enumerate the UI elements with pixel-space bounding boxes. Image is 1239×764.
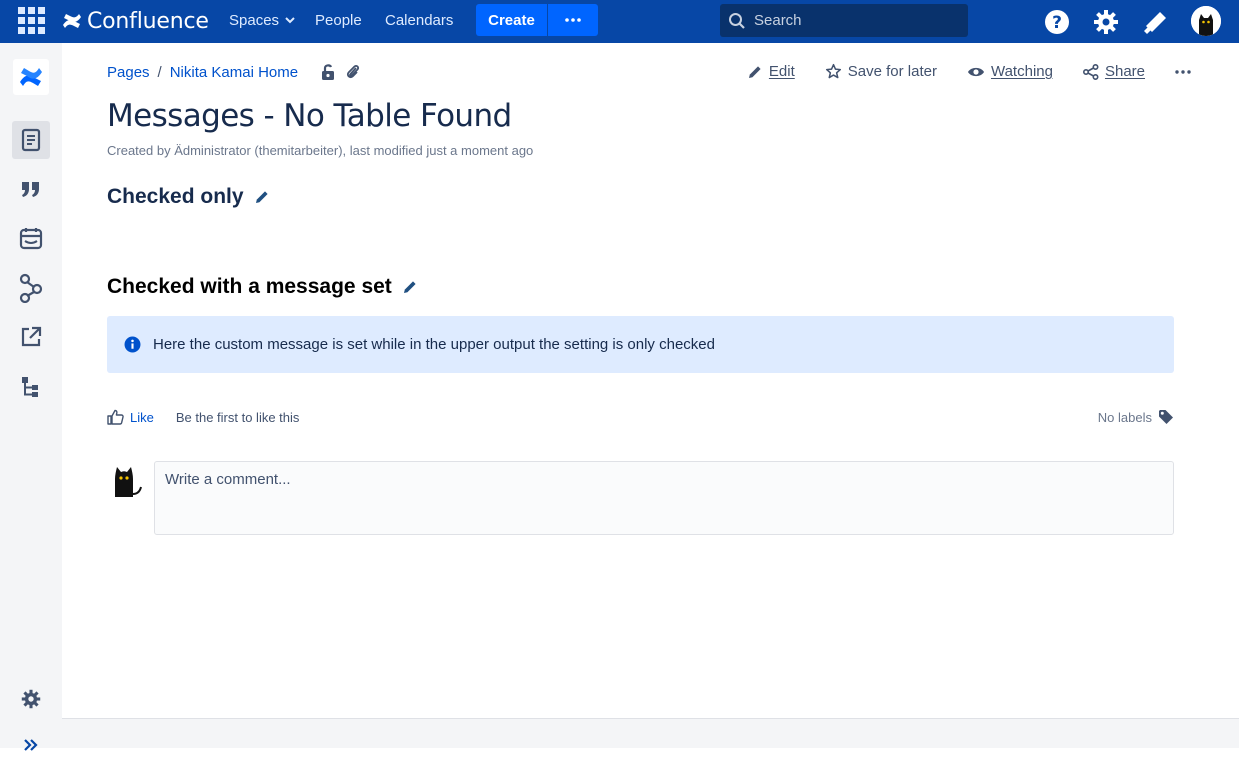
settings-gear-icon[interactable] bbox=[1092, 8, 1120, 36]
page-content: Pages / Nikita Kamai Home Edit Save for … bbox=[62, 43, 1239, 718]
nav-people[interactable]: People bbox=[315, 12, 362, 29]
like-summary: Be the first to like this bbox=[175, 409, 300, 425]
share-button[interactable]: Share bbox=[1082, 63, 1145, 80]
info-panel: Here the custom message is set while in … bbox=[107, 316, 1174, 373]
unlocked-restrictions-icon[interactable] bbox=[320, 63, 336, 81]
save-for-later-button[interactable]: Save for later bbox=[825, 63, 937, 80]
page-tree-icon[interactable] bbox=[12, 368, 50, 406]
logo-text: Confluence bbox=[87, 8, 209, 34]
calendar-icon[interactable] bbox=[12, 219, 50, 257]
comment-avatar bbox=[107, 461, 147, 501]
workflow-icon[interactable] bbox=[12, 269, 50, 307]
space-settings-icon[interactable] bbox=[12, 680, 50, 718]
like-label: Like bbox=[130, 409, 154, 425]
blog-quote-icon[interactable] bbox=[12, 170, 50, 208]
create-more-button[interactable] bbox=[548, 4, 598, 36]
help-icon[interactable]: ? bbox=[1043, 8, 1071, 36]
comment-input[interactable] bbox=[154, 461, 1174, 535]
heading-checked-with-message-text: Checked with a message set bbox=[107, 275, 392, 298]
pencil-icon bbox=[748, 65, 761, 78]
info-icon bbox=[124, 336, 141, 353]
external-link-icon[interactable] bbox=[12, 318, 50, 356]
like-row: Like Be the first to like this No labels bbox=[107, 407, 1174, 427]
info-panel-text: Here the custom message is set while in … bbox=[153, 336, 715, 353]
watching-label: Watching bbox=[990, 63, 1053, 80]
search-icon bbox=[729, 12, 745, 29]
heading-checked-only-text: Checked only bbox=[107, 185, 244, 208]
confluence-logo-icon bbox=[63, 14, 81, 28]
breadcrumb-pages-link[interactable]: Pages bbox=[107, 64, 150, 81]
watching-button[interactable]: Watching bbox=[967, 63, 1053, 80]
more-dots-icon bbox=[1175, 69, 1191, 74]
eye-icon bbox=[967, 67, 984, 76]
labels[interactable]: No labels bbox=[1098, 409, 1174, 425]
heading-checked-with-message: Checked with a message set bbox=[107, 275, 418, 299]
search-input[interactable] bbox=[754, 12, 954, 29]
heading-checked-only: Checked only bbox=[107, 185, 270, 209]
more-actions-button[interactable] bbox=[1175, 69, 1191, 74]
expand-sidebar-icon[interactable] bbox=[12, 726, 50, 764]
nav-calendars[interactable]: Calendars bbox=[385, 12, 453, 29]
breadcrumb: Pages / Nikita Kamai Home bbox=[107, 63, 360, 81]
like-button[interactable]: Like bbox=[107, 409, 154, 425]
edit-label: Edit bbox=[768, 63, 795, 80]
space-sidebar bbox=[0, 43, 62, 751]
save-for-later-label: Save for later bbox=[847, 63, 937, 80]
page-title: Messages - No Table Found bbox=[107, 98, 512, 134]
page-byline: Created by Ädministrator (themitarbeiter… bbox=[107, 143, 534, 158]
star-icon bbox=[825, 63, 841, 79]
share-icon bbox=[1082, 63, 1099, 80]
svg-text:?: ? bbox=[1052, 13, 1062, 33]
attachment-paperclip-icon[interactable] bbox=[346, 63, 360, 81]
app-switcher-icon[interactable] bbox=[17, 6, 47, 36]
create-button[interactable]: Create bbox=[476, 4, 547, 36]
nav-spaces[interactable]: Spaces bbox=[229, 12, 295, 29]
confluence-logo[interactable]: Confluence bbox=[62, 7, 209, 35]
nav-spaces-label: Spaces bbox=[229, 12, 280, 29]
thumbs-up-icon bbox=[107, 409, 124, 425]
share-label: Share bbox=[1104, 63, 1145, 80]
breadcrumb-home-link[interactable]: Nikita Kamai Home bbox=[170, 64, 298, 81]
more-dots-icon bbox=[565, 18, 581, 22]
pages-icon[interactable] bbox=[12, 121, 50, 159]
tag-icon bbox=[1159, 410, 1173, 424]
pencil-icon[interactable] bbox=[402, 279, 418, 295]
search-bar[interactable] bbox=[720, 4, 968, 37]
breadcrumb-separator: / bbox=[157, 63, 162, 81]
footer-bar bbox=[62, 718, 1239, 748]
chevron-down-icon bbox=[285, 17, 295, 24]
page-actions: Edit Save for later Watching Share bbox=[747, 63, 1191, 80]
edit-button[interactable]: Edit bbox=[747, 63, 795, 80]
pencil-icon[interactable] bbox=[254, 189, 270, 205]
user-avatar[interactable] bbox=[1191, 6, 1221, 36]
top-navigation: Confluence Spaces People Calendars Creat… bbox=[0, 0, 1239, 43]
space-logo-icon[interactable] bbox=[13, 59, 49, 95]
notifications-megaphone-icon[interactable] bbox=[1141, 8, 1169, 36]
no-labels-text: No labels bbox=[1097, 409, 1152, 425]
